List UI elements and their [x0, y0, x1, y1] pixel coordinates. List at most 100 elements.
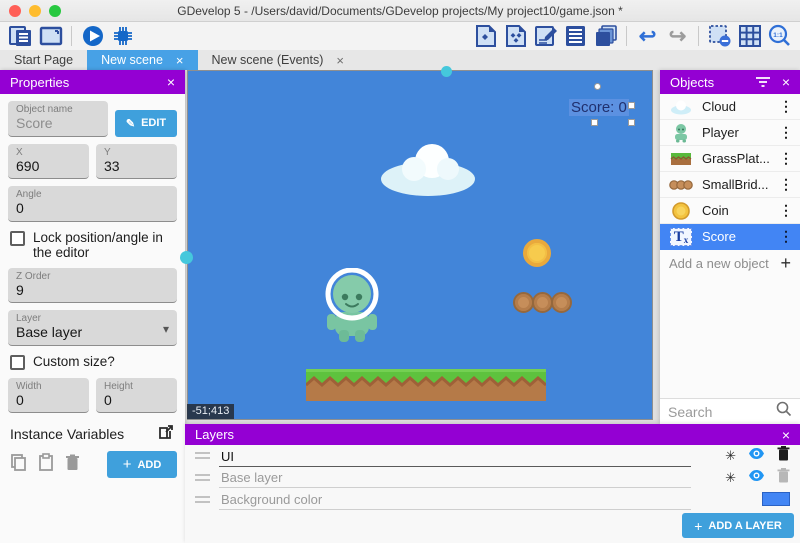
delete-layer-icon[interactable]	[777, 468, 790, 488]
object-menu-icon[interactable]: ⋮	[779, 176, 793, 193]
object-row-grassplatform[interactable]: GrassPlat... ⋮	[660, 146, 800, 172]
x-value: 690	[16, 158, 81, 176]
toolbar-separator	[698, 26, 699, 46]
layer-name: Background color	[219, 492, 691, 510]
layer-name[interactable]: Base layer	[219, 470, 691, 488]
drag-handle-icon[interactable]	[195, 452, 210, 459]
x-position-field[interactable]: X 690	[8, 144, 89, 180]
object-menu-icon[interactable]: ⋮	[779, 202, 793, 219]
delete-layer-icon[interactable]	[777, 446, 790, 466]
svg-text:1:1: 1:1	[773, 32, 783, 39]
object-row-cloud[interactable]: Cloud ⋮	[660, 94, 800, 120]
tab-new-scene[interactable]: New scene ×	[87, 50, 197, 70]
trash-icon[interactable]	[65, 454, 80, 476]
object-name: GrassPlat...	[695, 151, 779, 166]
redo-icon[interactable]: ↪	[664, 23, 691, 49]
layers-footer: + ADD A LAYER	[185, 510, 800, 543]
zoom-one-to-one-icon[interactable]: 1:1	[766, 23, 793, 49]
object-menu-icon[interactable]: ⋮	[779, 98, 793, 115]
layer-visibility-icon[interactable]	[748, 469, 765, 487]
filter-icon[interactable]	[756, 75, 770, 90]
angle-label: Angle	[16, 189, 169, 200]
properties-editor-icon[interactable]	[532, 23, 559, 49]
selection-handle[interactable]	[591, 119, 598, 126]
layers-panel: Layers × ✳ Base layer	[185, 424, 800, 543]
selection-handle[interactable]	[628, 119, 635, 126]
height-field[interactable]: Height 0	[96, 378, 177, 414]
close-tab-icon[interactable]: ×	[176, 53, 184, 68]
layer-effects-icon[interactable]: ✳	[725, 449, 736, 462]
minimize-window-button[interactable]	[29, 5, 41, 17]
scene-editor-icon[interactable]	[37, 23, 64, 49]
panel-drag-handle[interactable]	[441, 66, 452, 77]
grid-icon[interactable]	[736, 23, 763, 49]
search-input[interactable]	[668, 404, 772, 420]
scene-canvas[interactable]: Score: 0	[187, 70, 653, 420]
score-text-object[interactable]: Score: 0	[569, 99, 629, 116]
layer-label: Layer	[16, 313, 169, 324]
panel-drag-handle[interactable]	[180, 251, 193, 264]
coin-icon	[667, 202, 695, 220]
height-label: Height	[104, 381, 169, 392]
close-tab-icon[interactable]: ×	[336, 53, 344, 68]
undo-icon[interactable]: ↩	[634, 23, 661, 49]
custom-size-checkbox[interactable]	[10, 355, 25, 370]
y-position-field[interactable]: Y 33	[96, 144, 177, 180]
edit-object-button[interactable]: ✎ EDIT	[115, 110, 177, 137]
object-row-score[interactable]: Tx Score ⋮	[660, 224, 800, 250]
add-layer-button[interactable]: + ADD A LAYER	[682, 513, 794, 538]
z-order-field[interactable]: Z Order 9	[8, 268, 177, 304]
player-object[interactable]	[325, 268, 379, 344]
close-panel-icon[interactable]: ×	[782, 74, 790, 90]
plus-icon[interactable]: +	[780, 253, 791, 274]
width-field[interactable]: Width 0	[8, 378, 89, 414]
background-color-swatch[interactable]	[762, 492, 790, 506]
close-panel-icon[interactable]: ×	[167, 74, 175, 90]
preview-icon[interactable]	[79, 23, 106, 49]
layer-effects-icon[interactable]: ✳	[725, 471, 736, 484]
layer-visibility-icon[interactable]	[748, 447, 765, 465]
tab-start-page[interactable]: Start Page	[0, 50, 87, 70]
object-menu-icon[interactable]: ⋮	[779, 228, 793, 245]
tab-new-scene-events[interactable]: New scene (Events) ×	[198, 50, 358, 70]
custom-size-label: Custom size?	[33, 354, 115, 369]
window-title: GDevelop 5 - /Users/david/Documents/GDev…	[0, 4, 800, 18]
object-menu-icon[interactable]: ⋮	[779, 124, 793, 141]
layer-name-input[interactable]	[219, 449, 691, 467]
objects-editor-icon[interactable]	[472, 23, 499, 49]
layer-dropdown[interactable]: Layer Base layer ▾	[8, 310, 177, 346]
selection-handle[interactable]	[628, 102, 635, 109]
bridge-log	[532, 292, 553, 313]
layers-editor-icon[interactable]	[592, 23, 619, 49]
angle-field[interactable]: Angle 0	[8, 186, 177, 222]
maximize-window-button[interactable]	[49, 5, 61, 17]
close-panel-icon[interactable]: ×	[782, 427, 790, 443]
object-menu-icon[interactable]: ⋮	[779, 150, 793, 167]
selection-handle[interactable]	[594, 83, 601, 90]
delete-instances-icon[interactable]	[706, 23, 733, 49]
object-row-smallbridge[interactable]: SmallBrid... ⋮	[660, 172, 800, 198]
object-groups-icon[interactable]	[502, 23, 529, 49]
add-object-row[interactable]: Add a new object +	[660, 250, 800, 276]
debug-icon[interactable]	[109, 23, 136, 49]
bridge-log	[513, 292, 534, 313]
instances-list-icon[interactable]	[562, 23, 589, 49]
objects-list: Cloud ⋮ Player ⋮ GrassPlat... ⋮	[660, 94, 800, 276]
copy-icon[interactable]	[10, 453, 27, 476]
drag-handle-icon[interactable]	[195, 474, 210, 481]
add-variable-button[interactable]: + ADD	[107, 451, 177, 478]
properties-body: Object name Score ✎ EDIT X 690 Y	[0, 94, 185, 543]
coin-object[interactable]	[523, 239, 551, 267]
object-row-coin[interactable]: Coin ⋮	[660, 198, 800, 224]
cloud-object[interactable]	[378, 139, 478, 197]
paste-icon[interactable]	[38, 453, 54, 476]
small-bridge-object[interactable]	[513, 292, 570, 313]
gdevelop-window: GDevelop 5 - /Users/david/Documents/GDev…	[0, 0, 800, 543]
open-in-new-icon[interactable]	[157, 423, 175, 444]
lock-position-checkbox[interactable]	[10, 231, 25, 246]
grass-platform-object[interactable]	[306, 369, 546, 401]
tab-bar: Start Page New scene × New scene (Events…	[0, 50, 800, 70]
project-manager-icon[interactable]	[7, 23, 34, 49]
object-row-player[interactable]: Player ⋮	[660, 120, 800, 146]
close-window-button[interactable]	[9, 5, 21, 17]
